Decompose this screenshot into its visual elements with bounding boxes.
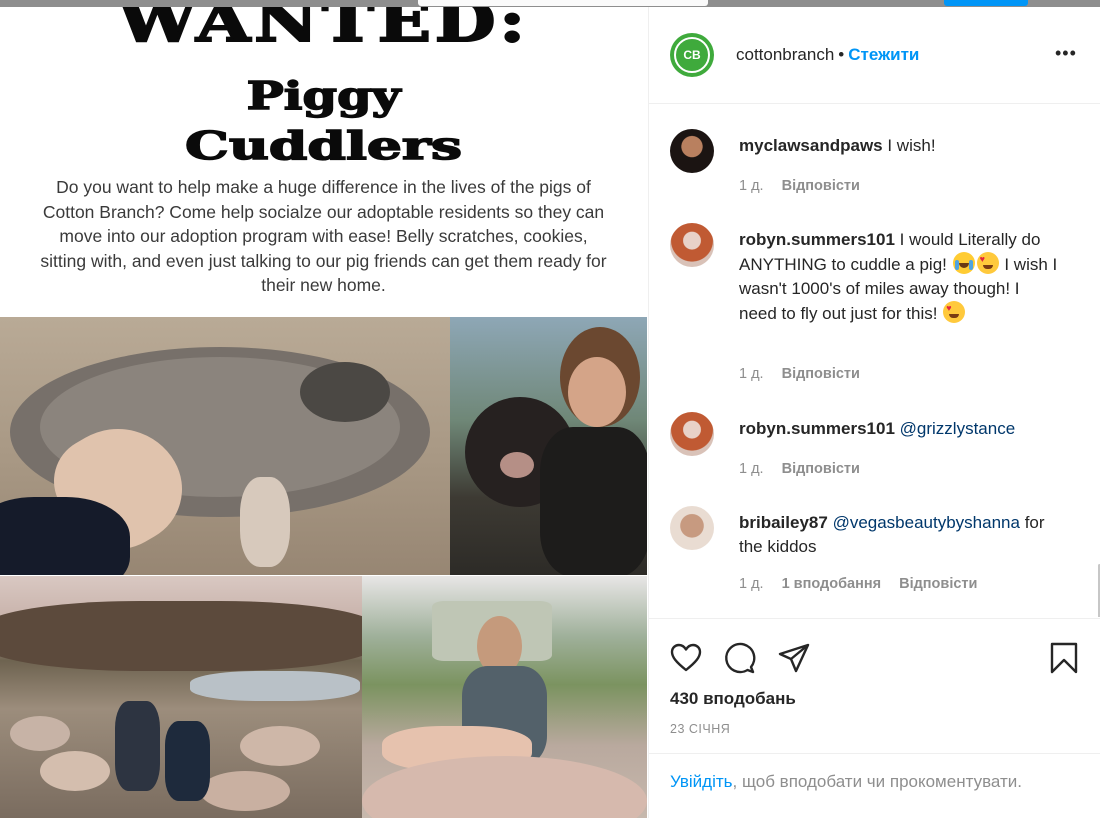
- likes-count[interactable]: 430 вподобань: [670, 689, 796, 709]
- post-date[interactable]: 23 СІЧНЯ: [670, 722, 730, 736]
- post-image[interactable]: WANTED: Piggy Cuddlers Do you want to he…: [0, 7, 647, 818]
- poster-subtitle-2: Cuddlers: [184, 123, 463, 168]
- commenter-avatar[interactable]: [670, 506, 714, 550]
- comment-text: robyn.summers101 @grizzlystance: [739, 417, 1059, 441]
- comment-username[interactable]: robyn.summers101: [739, 230, 895, 249]
- photo-man-holding-pig: [450, 317, 647, 575]
- commenter-avatar[interactable]: [670, 223, 714, 267]
- commenter-avatar[interactable]: [670, 412, 714, 456]
- search-box[interactable]: [418, 0, 708, 6]
- login-suffix: , щоб вподобати чи прокоментувати.: [732, 772, 1023, 791]
- comment-meta: 1 д. Відповісти: [739, 461, 878, 477]
- login-prompt: Увійдіть, щоб вподобати чи прокоментуват…: [649, 753, 1100, 818]
- poster-description: Do you want to help make a huge differen…: [40, 177, 607, 295]
- comment-time[interactable]: 1 д.: [739, 461, 764, 477]
- more-options-icon[interactable]: •••: [1055, 43, 1077, 64]
- poster-subtitle-1: Piggy: [246, 73, 402, 118]
- comment-username[interactable]: bribailey87: [739, 513, 828, 532]
- reply-button[interactable]: Відповісти: [782, 366, 860, 382]
- poster-text-area: WANTED: Piggy Cuddlers Do you want to he…: [0, 7, 647, 317]
- post-sidebar: CB cottonbranch • Стежити ••• myclawsandpa…: [648, 7, 1100, 818]
- comment-body: I wish!: [887, 136, 936, 155]
- comment-likes[interactable]: 1 вподобання: [782, 576, 882, 592]
- comment-meta: 1 д. Відповісти: [739, 178, 878, 194]
- heart-icon[interactable]: [669, 641, 703, 675]
- comment-username[interactable]: myclawsandpaws: [739, 136, 883, 155]
- heart-eyes-emoji-icon: [943, 301, 966, 323]
- reply-button[interactable]: Відповісти: [899, 576, 977, 592]
- comment-time[interactable]: 1 д.: [739, 366, 764, 382]
- post-actions: 430 вподобань 23 СІЧНЯ: [649, 618, 1100, 753]
- mention-link[interactable]: @vegasbeautybyshanna: [833, 513, 1020, 532]
- account-line: cottonbranch • Стежити: [736, 45, 919, 65]
- comment-text: bribailey87 @vegasbeautybyshanna for the…: [739, 511, 1059, 559]
- post-modal: WANTED: Piggy Cuddlers Do you want to he…: [0, 7, 1100, 818]
- comment-icon[interactable]: [723, 641, 757, 675]
- poster-title: WANTED:: [117, 7, 529, 56]
- comment-meta: 1 д. Відповісти: [739, 366, 878, 382]
- avatar[interactable]: CB: [670, 33, 714, 77]
- crying-emoji-icon: [952, 252, 975, 274]
- bookmark-icon[interactable]: [1047, 641, 1081, 675]
- comment-text: robyn.summers101 I would Literally do AN…: [739, 228, 1059, 326]
- username-link[interactable]: cottonbranch: [736, 45, 834, 64]
- comment-time[interactable]: 1 д.: [739, 178, 764, 194]
- login-link[interactable]: Увійдіть: [670, 772, 733, 791]
- separator: •: [838, 45, 845, 64]
- browser-top-strip: [0, 0, 1100, 7]
- reply-button[interactable]: Відповісти: [782, 178, 860, 194]
- follow-button[interactable]: Стежити: [848, 45, 919, 64]
- heart-eyes-emoji-icon: [976, 252, 999, 274]
- comment-time[interactable]: 1 д.: [739, 576, 764, 592]
- reply-button[interactable]: Відповісти: [782, 461, 860, 477]
- comment-meta: 1 д. 1 вподобання Відповісти: [739, 576, 995, 592]
- photo-pig-lying: [0, 317, 450, 575]
- post-header: CB cottonbranch • Стежити •••: [649, 7, 1100, 104]
- commenter-avatar[interactable]: [670, 129, 714, 173]
- comments-list[interactable]: myclawsandpaws I wish! 1 д. Відповісти ro…: [649, 104, 1100, 617]
- photo-girl-with-pig: [362, 576, 647, 818]
- mention-link[interactable]: @grizzlystance: [900, 419, 1016, 438]
- comment-text: myclawsandpaws I wish!: [739, 134, 1059, 158]
- share-icon[interactable]: [777, 641, 811, 675]
- comment-username[interactable]: robyn.summers101: [739, 419, 895, 438]
- top-button[interactable]: [944, 0, 1028, 6]
- photo-herd-of-pigs: [0, 576, 362, 818]
- login-text: Увійдіть, щоб вподобати чи прокоментуват…: [670, 772, 1022, 792]
